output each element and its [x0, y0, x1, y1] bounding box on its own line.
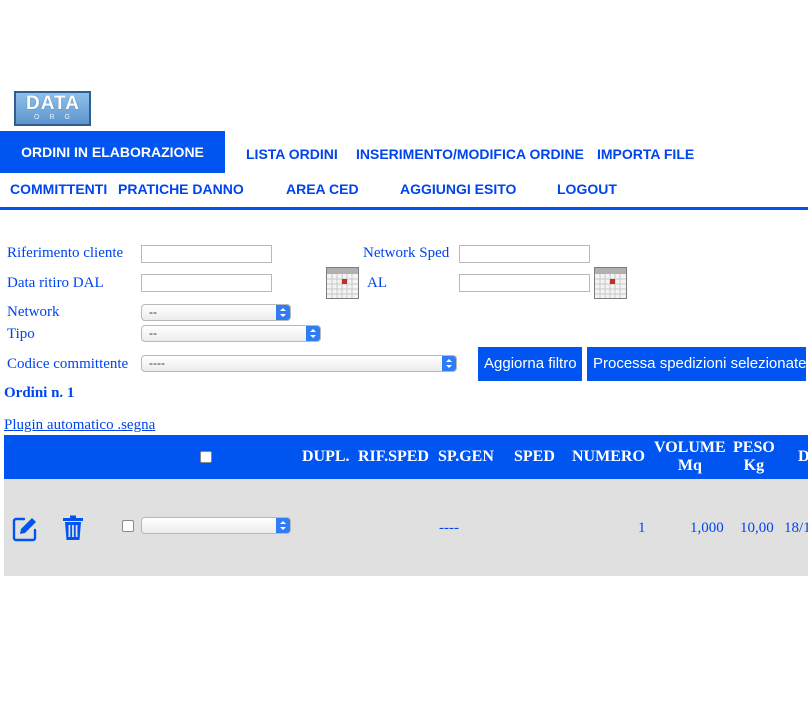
col-volume[interactable]: VOLUME Mq [654, 439, 726, 475]
col-sp-gen[interactable]: SP.GEN [438, 448, 494, 466]
codice-committente-select[interactable]: ---- [141, 355, 457, 372]
col-peso[interactable]: PESO Kg [733, 439, 775, 475]
calendar-icon[interactable] [326, 267, 359, 299]
al-input[interactable] [459, 274, 590, 292]
logo-sub-text: ORG [34, 114, 80, 121]
nav-ordini-in-elaborazione[interactable]: ORDINI IN ELABORAZIONE [0, 131, 225, 173]
data-ritiro-dal-label: Data ritiro DAL [7, 275, 104, 291]
col-rif-sped[interactable]: RIF.SPED [358, 448, 429, 466]
nav-committenti[interactable]: COMMITTENTI [10, 180, 107, 198]
col-next[interactable]: D [798, 448, 808, 466]
company-logo: DATA ORG [14, 91, 91, 126]
col-dupl[interactable]: DUPL. [302, 448, 350, 466]
chevron-updown-icon [306, 326, 320, 341]
nav-importa-file[interactable]: IMPORTA FILE [597, 145, 694, 163]
tipo-select-value: -- [149, 326, 157, 340]
network-select-value: -- [149, 305, 157, 319]
chevron-updown-icon [276, 305, 290, 320]
select-all-checkbox[interactable] [200, 451, 212, 463]
table-header: DUPL. RIF.SPED SP.GEN SPED NUMERO VOLUME… [4, 435, 808, 479]
nav-lista-ordini[interactable]: LISTA ORDINI [246, 145, 338, 163]
col-volume-unit: Mq [677, 457, 702, 474]
network-sped-input[interactable] [459, 245, 590, 263]
nav-inserimento-modifica-ordine[interactable]: INSERIMENTO/MODIFICA ORDINE [356, 145, 584, 163]
trash-icon[interactable] [62, 515, 84, 541]
data-ritiro-dal-input[interactable] [141, 274, 272, 292]
row-checkbox[interactable] [122, 520, 134, 532]
table-row: ---- 1 1,000 10,00 18/1 [4, 479, 808, 576]
riferimento-cliente-input[interactable] [141, 245, 272, 263]
chevron-updown-icon [276, 518, 290, 533]
al-label: AL [367, 275, 387, 291]
tipo-label: Tipo [7, 326, 35, 342]
tipo-select[interactable]: -- [141, 325, 321, 342]
aggiorna-filtro-button[interactable]: Aggiorna filtro [478, 347, 582, 381]
col-volume-title: VOLUME [654, 439, 726, 456]
network-label: Network [7, 304, 60, 320]
row-select[interactable] [141, 517, 291, 534]
codice-committente-label: Codice committente [7, 356, 129, 372]
col-sped[interactable]: SPED [514, 448, 555, 466]
cell-sp-gen: ---- [439, 520, 459, 536]
processa-spedizioni-button[interactable]: Processa spedizioni selezionate [587, 347, 806, 381]
logo-main-text: DATA [26, 93, 80, 114]
nav-pratiche-danno[interactable]: PRATICHE DANNO [118, 180, 244, 198]
col-peso-title: PESO [733, 439, 775, 456]
col-numero[interactable]: NUMERO [572, 448, 645, 466]
riferimento-cliente-label: Riferimento cliente [7, 245, 124, 261]
chevron-updown-icon [442, 356, 456, 371]
cell-next: 18/1 [784, 520, 808, 536]
nav-area-ced[interactable]: AREA CED [286, 180, 359, 198]
nav-aggiungi-esito[interactable]: AGGIUNGI ESITO [400, 180, 516, 198]
ordini-count: Ordini n. 1 [4, 385, 75, 401]
calendar-icon[interactable] [594, 267, 627, 299]
cell-peso: 10,00 [740, 520, 774, 536]
codice-committente-select-value: ---- [149, 356, 165, 370]
network-sped-label: Network Sped [363, 245, 450, 261]
cell-numero: 1 [638, 520, 646, 536]
plugin-automatico-link[interactable]: Plugin automatico .segna [4, 417, 155, 434]
network-select[interactable]: -- [141, 304, 291, 321]
edit-icon[interactable] [12, 516, 38, 542]
nav-divider [0, 207, 808, 210]
col-peso-unit: Kg [743, 457, 765, 474]
cell-volume: 1,000 [690, 520, 724, 536]
nav-logout[interactable]: LOGOUT [557, 180, 617, 198]
